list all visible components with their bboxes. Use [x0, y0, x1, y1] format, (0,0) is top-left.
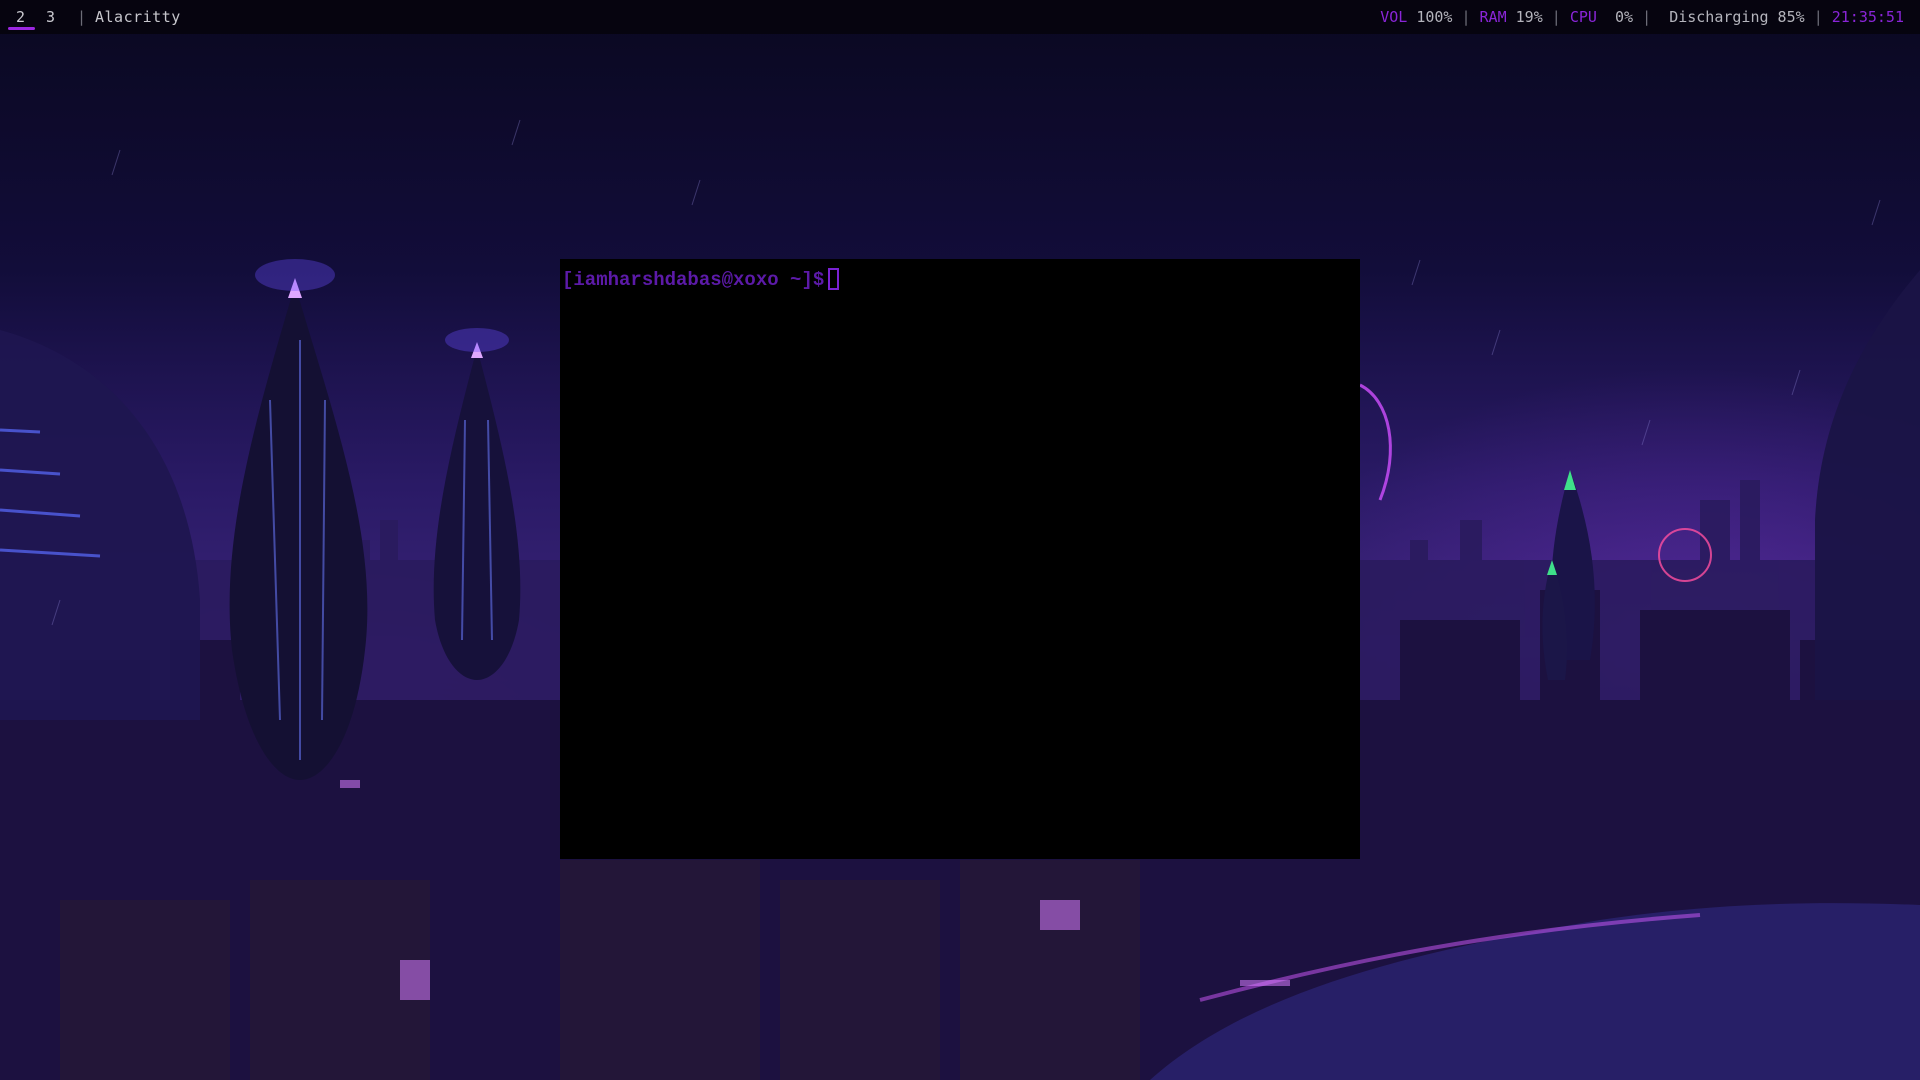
shell-prompt: [iamharshdabas@xoxo ~]$ [562, 269, 825, 291]
ram-label: RAM [1479, 8, 1507, 26]
text-cursor [828, 268, 840, 290]
clock: 21:35:51 [1831, 8, 1904, 26]
terminal-prompt-line[interactable]: [iamharshdabas@xoxo ~]$ [562, 268, 840, 291]
battery-status: Discharging 85% [1669, 8, 1805, 26]
focused-window-title: Alacritty [95, 8, 181, 26]
status-separator: | [1461, 8, 1471, 26]
workspace-3-button[interactable]: 3 [46, 0, 55, 34]
volume-value[interactable]: 100% [1416, 0, 1452, 34]
bar-separator: | [77, 8, 87, 26]
status-separator: | [1813, 8, 1823, 26]
desktop: 2 3 | Alacritty VOL 100% | RAM 19% | CPU… [0, 0, 1920, 1080]
alacritty-terminal-window[interactable]: [iamharshdabas@xoxo ~]$ [560, 259, 1360, 859]
status-separator: | [1551, 8, 1561, 26]
status-separator: | [1642, 8, 1652, 26]
cpu-value: 0% [1615, 8, 1634, 26]
cpu-label: CPU [1569, 8, 1597, 26]
volume-label: VOL [1380, 8, 1408, 26]
ram-value: 19% [1515, 8, 1543, 26]
top-status-bar: 2 3 | Alacritty VOL 100% | RAM 19% | CPU… [0, 0, 1920, 34]
status-modules: VOL 100% | RAM 19% | CPU 0% | Dischargin… [1380, 0, 1904, 34]
active-workspace-indicator [8, 27, 35, 30]
